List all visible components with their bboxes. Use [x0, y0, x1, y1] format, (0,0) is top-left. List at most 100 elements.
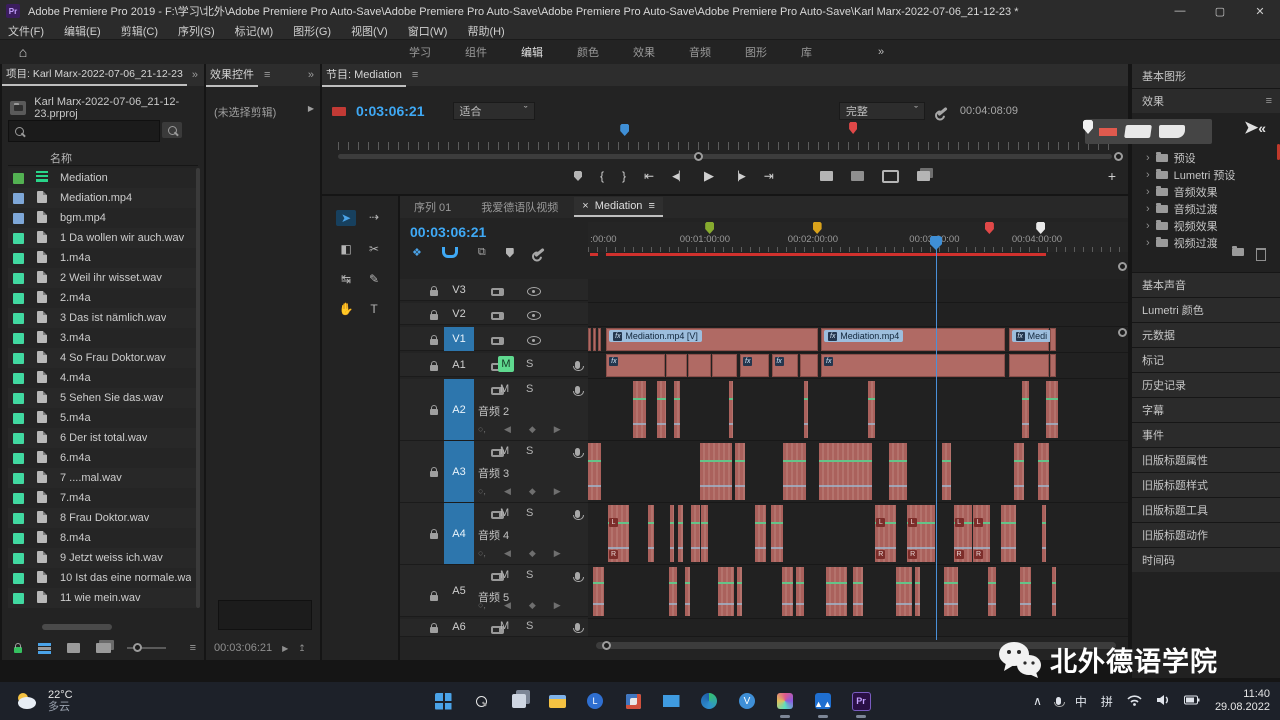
next-keyframe-icon[interactable]: ▶: [554, 600, 561, 611]
effects-folder-label[interactable]: 音频效果: [1174, 184, 1218, 200]
video-clip[interactable]: [1050, 328, 1055, 351]
file-name[interactable]: 5 Sehen Sie das.wav: [60, 392, 163, 404]
minimize-button[interactable]: —: [1160, 0, 1200, 22]
lane-a4[interactable]: L R: [588, 503, 1128, 565]
track-name-label[interactable]: 音频 4: [478, 527, 509, 543]
security-app-button[interactable]: L: [583, 689, 607, 713]
audio-clip[interactable]: [670, 505, 674, 562]
file-name[interactable]: 5.m4a: [60, 412, 91, 424]
menu-item[interactable]: 编辑(E): [64, 23, 101, 39]
file-name[interactable]: bgm.mp4: [60, 212, 106, 224]
audio-clip[interactable]: [700, 443, 731, 500]
audio-clip[interactable]: [1020, 567, 1031, 616]
file-name[interactable]: Mediation: [60, 172, 108, 184]
audio-clip[interactable]: [988, 567, 996, 616]
program-ruler[interactable]: [338, 142, 1112, 150]
audio-clip[interactable]: [755, 505, 766, 562]
list-item[interactable]: 8.m4a: [8, 528, 196, 548]
list-item[interactable]: 1 Da wollen wir auch.wav: [8, 228, 196, 248]
timeline-ruler[interactable]: :00:0000:01:00:0000:02:00:0000:03:00:000…: [588, 222, 1128, 252]
effects-tree-item[interactable]: › Lumetri 预设: [1132, 166, 1280, 183]
lock-icon[interactable]: [430, 290, 438, 296]
label-color-chip[interactable]: [13, 253, 24, 264]
program-scrollbar[interactable]: [338, 154, 1112, 159]
list-item[interactable]: 1.m4a: [8, 248, 196, 268]
label-color-chip[interactable]: [13, 433, 24, 444]
effects-folder-label[interactable]: 预设: [1174, 150, 1196, 166]
panel-overflow-icon[interactable]: »: [192, 69, 198, 81]
sequence-tab-label[interactable]: 序列 01: [414, 199, 451, 215]
program-timecode[interactable]: 0:03:06:21: [356, 103, 425, 119]
tab-essential-graphics[interactable]: 基本图形: [1132, 64, 1280, 88]
project-hscrollbar[interactable]: [42, 624, 112, 630]
icon-view-icon[interactable]: [67, 643, 80, 653]
solo-button[interactable]: S: [526, 358, 533, 370]
name-column-header[interactable]: 名称: [8, 150, 198, 166]
project-tab-label[interactable]: 项目: Karl Marx-2022-07-06_21-12-23: [2, 64, 187, 86]
audio-clip[interactable]: [666, 354, 688, 377]
list-item[interactable]: 10 Ist das eine normale.wa: [8, 568, 196, 588]
sequence-tab-label[interactable]: Mediation: [595, 200, 643, 212]
track-visibility-icon[interactable]: [527, 287, 541, 296]
start-button[interactable]: [431, 689, 455, 713]
collapsed-panel-tab[interactable]: 时间码: [1132, 547, 1280, 572]
program-tab[interactable]: 节目: Mediation ≡: [322, 64, 1128, 86]
file-name[interactable]: 1.m4a: [60, 252, 91, 264]
keyframe-toggle-icon[interactable]: ○,: [478, 486, 486, 497]
program-tab-label[interactable]: 节目: Mediation: [322, 64, 406, 87]
label-color-chip[interactable]: [13, 413, 24, 424]
track-header-v2[interactable]: V2: [400, 303, 588, 325]
export-frame-button[interactable]: [882, 170, 899, 183]
lock-icon[interactable]: [430, 533, 438, 539]
mute-button[interactable]: M: [500, 445, 509, 457]
track-header-audio[interactable]: A3 M S 音频 3 ○, ◀ ◆ ▶: [400, 441, 588, 503]
solo-button[interactable]: S: [526, 569, 533, 581]
audio-clip[interactable]: [737, 567, 742, 616]
audio-clip[interactable]: [783, 443, 805, 500]
audio-clip[interactable]: [800, 354, 818, 377]
effects-tree-item[interactable]: › 音频效果: [1132, 183, 1280, 200]
video-clip[interactable]: fxMedi: [1009, 328, 1049, 351]
search-button[interactable]: [469, 689, 493, 713]
menu-item[interactable]: 标记(M): [235, 23, 274, 39]
type-tool[interactable]: T: [370, 302, 377, 316]
keyframe-toggle-icon[interactable]: ○,: [478, 548, 486, 559]
label-color-chip[interactable]: [13, 493, 24, 504]
add-button[interactable]: +: [1108, 168, 1116, 184]
hscroll-handle[interactable]: [602, 641, 611, 650]
audio-clip[interactable]: [804, 381, 808, 438]
pen-tool[interactable]: ✎: [369, 272, 379, 286]
track-header-v1[interactable]: V1: [400, 327, 588, 351]
file-name[interactable]: 3 Das ist nämlich.wav: [60, 312, 166, 324]
mute-button[interactable]: M: [500, 569, 509, 581]
audio-clip[interactable]: fx: [740, 354, 769, 377]
lane-a1[interactable]: fx fx fx: [588, 353, 1128, 379]
audio-clip[interactable]: [1014, 443, 1024, 500]
add-keyframe-icon[interactable]: ◆: [529, 424, 536, 435]
slip-tool[interactable]: ↹: [341, 272, 351, 286]
collapsed-panel-tab[interactable]: 旧版标题动作: [1132, 522, 1280, 547]
video-clip[interactable]: [593, 328, 596, 351]
track-id[interactable]: A6: [444, 621, 474, 633]
voiceover-record-icon[interactable]: [575, 510, 580, 518]
voiceover-record-icon[interactable]: [575, 572, 580, 580]
audio-clip[interactable]: [915, 567, 920, 616]
collapsed-panel-tab[interactable]: 标记: [1132, 347, 1280, 372]
lift-button[interactable]: [820, 171, 833, 181]
audio-clip[interactable]: [674, 381, 679, 438]
effects-folder-label[interactable]: 音频过渡: [1174, 201, 1218, 217]
file-name[interactable]: 8 Frau Doktor.wav: [60, 512, 149, 524]
audio-clip[interactable]: [1038, 443, 1049, 500]
panel-menu-icon[interactable]: ≡: [412, 69, 418, 81]
file-name[interactable]: 3.m4a: [60, 332, 91, 344]
collapsed-panel-tab[interactable]: 基本声音: [1132, 272, 1280, 297]
mail-app-button[interactable]: [659, 689, 683, 713]
effect-controls-label[interactable]: 效果控件: [206, 64, 258, 87]
audio-clip[interactable]: [657, 381, 666, 438]
effects-tab-label[interactable]: 效果: [1142, 93, 1164, 109]
audio-clip[interactable]: [593, 567, 604, 616]
effects-tree-item[interactable]: › 视频效果: [1132, 217, 1280, 234]
audio-clip[interactable]: [712, 354, 737, 377]
audio-clip[interactable]: [729, 381, 732, 438]
file-name[interactable]: 6.m4a: [60, 452, 91, 464]
